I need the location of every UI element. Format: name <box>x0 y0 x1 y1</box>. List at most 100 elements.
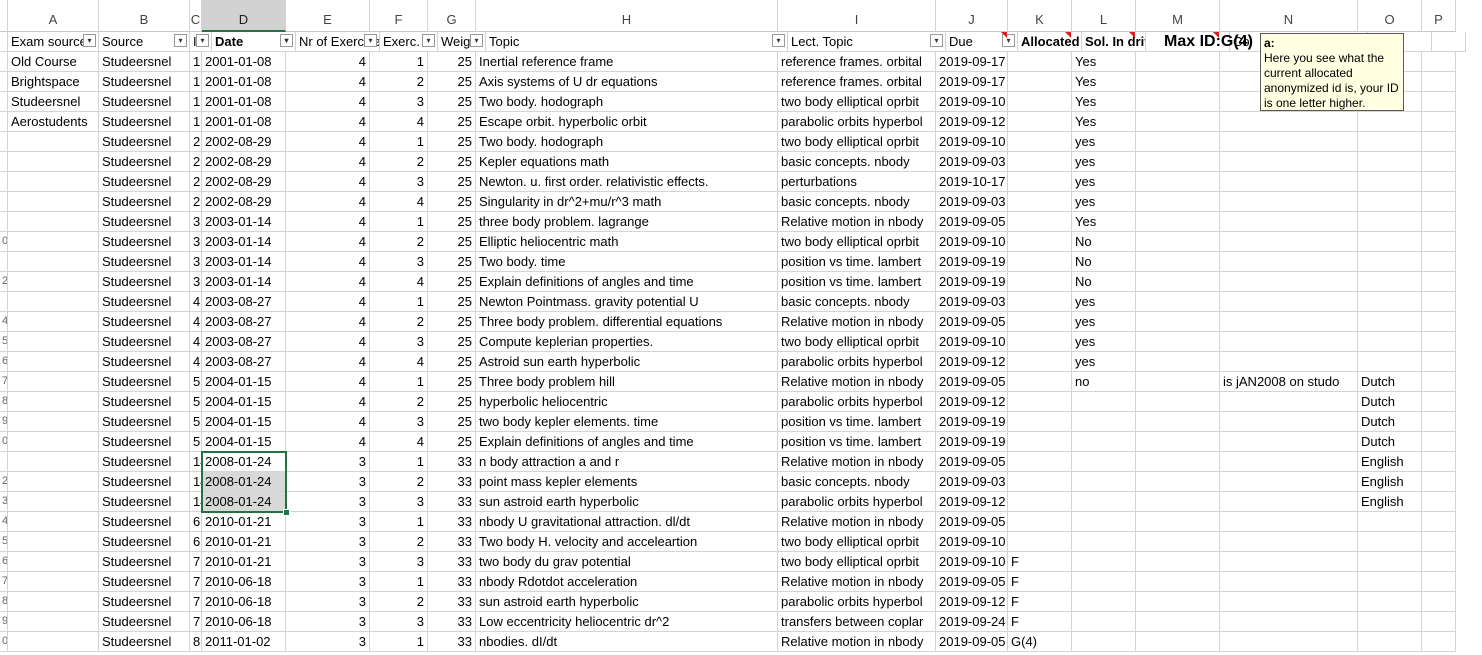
cell-g[interactable]: 25 <box>428 192 476 212</box>
cell-c[interactable]: 2 <box>190 172 202 192</box>
cell-f[interactable]: 3 <box>370 332 428 352</box>
cell-m[interactable] <box>1136 452 1220 472</box>
cell-f[interactable]: 1 <box>370 372 428 392</box>
cell-b[interactable]: Studeersnel <box>99 132 190 152</box>
cell-b[interactable]: Studeersnel <box>99 252 190 272</box>
cell-l[interactable] <box>1072 612 1136 632</box>
header-cell-p[interactable] <box>1432 32 1466 52</box>
cell-f[interactable]: 3 <box>370 552 428 572</box>
cell-m[interactable] <box>1136 292 1220 312</box>
cell-k[interactable] <box>1008 132 1072 152</box>
cell-d[interactable]: 2008-01-24 <box>202 472 286 492</box>
cell-h[interactable]: Elliptic heliocentric math <box>476 232 778 252</box>
cell-l[interactable]: No <box>1072 232 1136 252</box>
cell-c[interactable]: 1 <box>190 72 202 92</box>
cell-n[interactable] <box>1220 412 1358 432</box>
cell-g[interactable]: 25 <box>428 292 476 312</box>
cell-e[interactable]: 4 <box>286 312 370 332</box>
filter-dropdown-icon[interactable]: ▾ <box>196 34 209 47</box>
cell-d[interactable]: 2001-01-08 <box>202 52 286 72</box>
cell-m[interactable] <box>1136 172 1220 192</box>
column-header-f[interactable]: F <box>370 0 428 32</box>
cell-c[interactable]: 1 <box>190 92 202 112</box>
cell-p[interactable] <box>1422 352 1456 372</box>
cell-p[interactable] <box>1422 552 1456 572</box>
cell-e[interactable]: 3 <box>286 612 370 632</box>
row-number[interactable] <box>0 452 8 472</box>
cell-i[interactable]: basic concepts. nbody <box>778 472 936 492</box>
cell-i[interactable]: parabolic orbits hyperbol <box>778 352 936 372</box>
cell-o[interactable] <box>1358 592 1422 612</box>
cell-n[interactable] <box>1220 632 1358 652</box>
cell-d[interactable]: 2010-01-21 <box>202 512 286 532</box>
cell-k[interactable] <box>1008 492 1072 512</box>
cell-l[interactable]: Yes <box>1072 52 1136 72</box>
cell-f[interactable]: 1 <box>370 512 428 532</box>
cell-b[interactable]: Studeersnel <box>99 112 190 132</box>
cell-n[interactable] <box>1220 312 1358 332</box>
cell-g[interactable]: 33 <box>428 572 476 592</box>
cell-n[interactable] <box>1220 192 1358 212</box>
cell-p[interactable] <box>1422 592 1456 612</box>
cell-k[interactable] <box>1008 152 1072 172</box>
cell-b[interactable]: Studeersnel <box>99 592 190 612</box>
cell-p[interactable] <box>1422 272 1456 292</box>
cell-i[interactable]: Relative motion in nbody <box>778 452 936 472</box>
cell-n[interactable] <box>1220 172 1358 192</box>
cell-l[interactable]: yes <box>1072 192 1136 212</box>
fill-handle[interactable] <box>283 509 290 516</box>
cell-h[interactable]: Two body. time <box>476 252 778 272</box>
cell-i[interactable]: basic concepts. nbody <box>778 152 936 172</box>
cell-b[interactable]: Studeersnel <box>99 612 190 632</box>
cell-n[interactable] <box>1220 332 1358 352</box>
cell-f[interactable]: 2 <box>370 312 428 332</box>
filter-dropdown-icon[interactable]: ▾ <box>772 34 785 47</box>
cell-p[interactable] <box>1422 412 1456 432</box>
cell-n[interactable] <box>1220 132 1358 152</box>
cell-g[interactable]: 25 <box>428 312 476 332</box>
cell-e[interactable]: 4 <box>286 372 370 392</box>
cell-d[interactable]: 2002-08-29 <box>202 172 286 192</box>
cell-j[interactable]: 2019-09-05 <box>936 512 1008 532</box>
cell-f[interactable]: 4 <box>370 272 428 292</box>
cell-i[interactable]: two body elliptical oprbit <box>778 552 936 572</box>
cell-h[interactable]: sun astroid earth hyperbolic <box>476 492 778 512</box>
cell-l[interactable] <box>1072 412 1136 432</box>
cell-j[interactable]: 2019-09-10 <box>936 332 1008 352</box>
cell-j[interactable]: 2019-09-10 <box>936 132 1008 152</box>
cell-k[interactable]: F <box>1008 592 1072 612</box>
cell-h[interactable]: nbodies. dI/dt <box>476 632 778 652</box>
cell-b[interactable]: Studeersnel <box>99 92 190 112</box>
cell-b[interactable]: Studeersnel <box>99 152 190 172</box>
cell-j[interactable]: 2019-09-03 <box>936 192 1008 212</box>
cell-g[interactable]: 25 <box>428 392 476 412</box>
cell-g[interactable]: 25 <box>428 252 476 272</box>
cell-l[interactable] <box>1072 472 1136 492</box>
cell-h[interactable]: Two body H. velocity and acceleartion <box>476 532 778 552</box>
cell-i[interactable]: two body elliptical oprbit <box>778 532 936 552</box>
cell-j[interactable]: 2019-09-10 <box>936 92 1008 112</box>
cell-b[interactable]: Studeersnel <box>99 572 190 592</box>
cell-n[interactable] <box>1220 612 1358 632</box>
cell-k[interactable] <box>1008 452 1072 472</box>
cell-m[interactable] <box>1136 192 1220 212</box>
cell-k[interactable] <box>1008 352 1072 372</box>
cell-n[interactable] <box>1220 592 1358 612</box>
cell-e[interactable]: 3 <box>286 572 370 592</box>
header-cell-h[interactable]: Topic ▾ <box>486 32 788 52</box>
cell-d[interactable]: 2010-01-21 <box>202 552 286 572</box>
cell-g[interactable]: 25 <box>428 212 476 232</box>
cell-o[interactable] <box>1358 352 1422 372</box>
cell-b[interactable]: Studeersnel <box>99 352 190 372</box>
cell-b[interactable]: Studeersnel <box>99 452 190 472</box>
cell-m[interactable] <box>1136 392 1220 412</box>
cell-o[interactable] <box>1358 232 1422 252</box>
cell-i[interactable]: parabolic orbits hyperbol <box>778 592 936 612</box>
cell-d[interactable]: 2010-06-18 <box>202 592 286 612</box>
cell-e[interactable]: 4 <box>286 152 370 172</box>
filter-dropdown-icon[interactable]: ▾ <box>470 34 483 47</box>
cell-o[interactable]: Dutch <box>1358 412 1422 432</box>
cell-m[interactable] <box>1136 272 1220 292</box>
cell-p[interactable] <box>1422 472 1456 492</box>
cell-c[interactable]: 4 <box>190 312 202 332</box>
